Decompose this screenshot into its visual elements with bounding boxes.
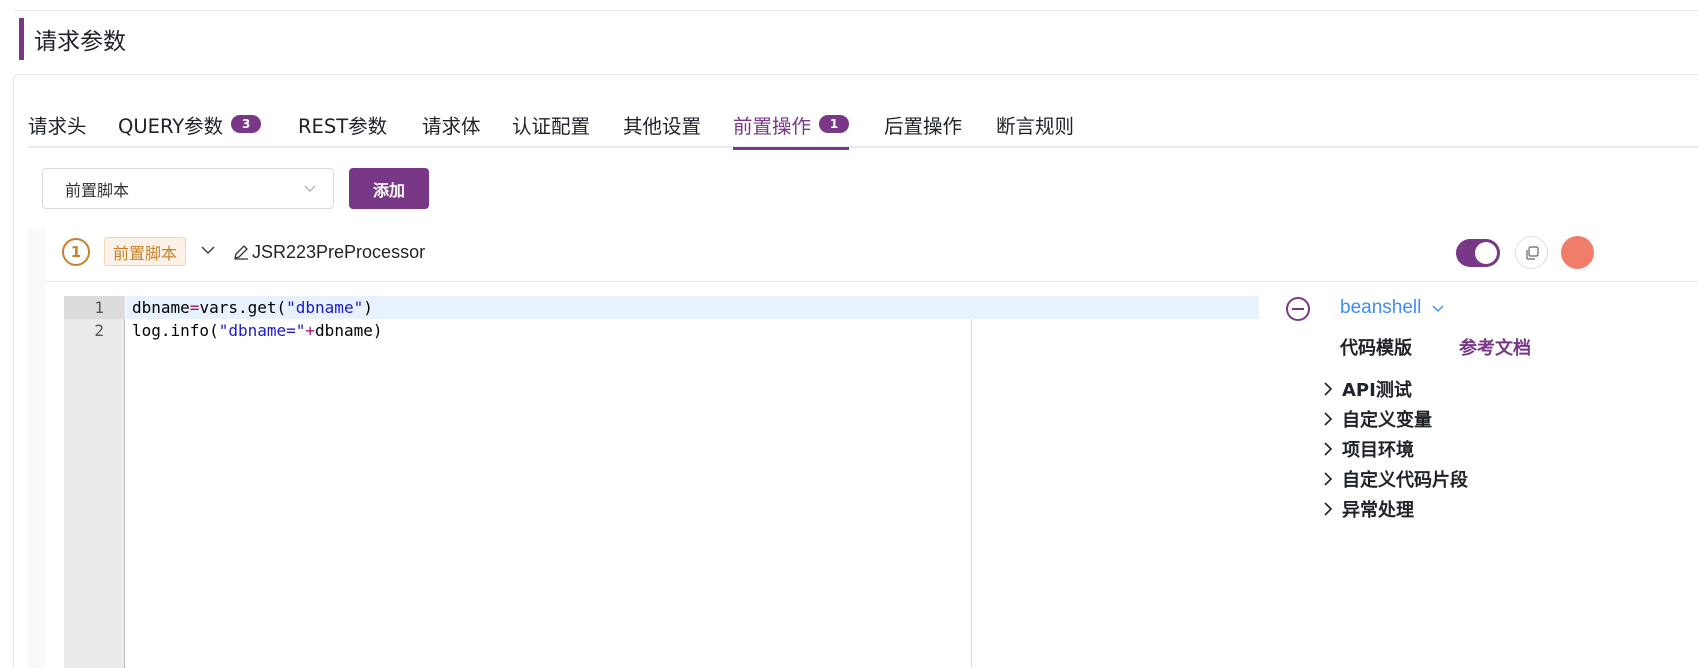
code-token: + <box>305 321 316 340</box>
code-line: log.info("dbname="+dbname) <box>132 319 382 342</box>
tree-node-custom-snippets[interactable]: 自定义代码片段 <box>1322 464 1468 494</box>
language-value: beanshell <box>1340 297 1422 318</box>
chevron-down-icon[interactable] <box>200 242 216 258</box>
tab-label: 请求体 <box>422 114 481 138</box>
chevron-right-icon <box>1324 502 1333 516</box>
chevron-right-icon <box>1324 382 1333 396</box>
copy-button[interactable] <box>1515 236 1548 269</box>
section-accent-bar <box>19 18 24 60</box>
tree-node-api-test[interactable]: API测试 <box>1322 374 1468 404</box>
section-title: 请求参数 <box>34 29 126 55</box>
line-number: 2 <box>94 321 104 340</box>
processor-card-body: 1 前置脚本 JSR223PreProcessor 1 2 dbname=var… <box>46 229 1698 668</box>
processor-type-tag: 前置脚本 <box>104 237 187 266</box>
tab-label: 请求头 <box>28 114 87 138</box>
toggle-knob <box>1475 242 1497 264</box>
processor-card: 1 前置脚本 JSR223PreProcessor 1 2 dbname=var… <box>28 229 1698 668</box>
tree-node-label: 自定义代码片段 <box>1342 470 1468 491</box>
tab-query-params[interactable]: QUERY参数 3 <box>118 100 262 148</box>
code-template-label: 代码模版 <box>1340 338 1412 359</box>
delete-button[interactable] <box>1561 236 1594 269</box>
tab-other-settings[interactable]: 其他设置 <box>623 100 701 148</box>
tree-node-label: API测试 <box>1342 380 1412 401</box>
select-value: 前置脚本 <box>65 180 130 200</box>
tab-label: 前置操作 <box>733 114 812 138</box>
tab-label: 后置操作 <box>884 114 963 138</box>
code-token: ) <box>363 298 373 317</box>
line-number: 1 <box>94 298 104 317</box>
chevron-right-icon <box>1324 472 1333 486</box>
tree-node-exception-handling[interactable]: 异常处理 <box>1322 494 1468 524</box>
collapse-icon[interactable] <box>1286 297 1310 321</box>
tab-label: QUERY参数 <box>118 114 224 138</box>
operation-type-select[interactable]: 前置脚本 <box>42 168 334 209</box>
tab-label: 断言规则 <box>996 114 1075 138</box>
print-margin <box>971 319 972 668</box>
count-badge: 1 <box>819 115 850 133</box>
template-tree: API测试 自定义变量 项目环境 自定义代码片段 异常处理 <box>1322 374 1468 524</box>
code-token: dbname <box>132 298 190 317</box>
tab-label: 认证配置 <box>512 114 591 138</box>
code-editor[interactable]: 1 2 dbname=vars.get("dbname") log.info("… <box>64 296 1259 668</box>
tree-node-label: 异常处理 <box>1342 500 1414 521</box>
chevron-down-icon <box>304 185 316 192</box>
edit-icon[interactable] <box>232 243 250 261</box>
processor-header: 1 前置脚本 JSR223PreProcessor <box>46 229 1698 282</box>
code-token: dbname) <box>315 321 383 340</box>
tree-node-label: 项目环境 <box>1342 440 1414 461</box>
tab-post-operations[interactable]: 后置操作 <box>884 100 962 148</box>
tab-auth-config[interactable]: 认证配置 <box>512 100 590 148</box>
tab-request-headers[interactable]: 请求头 <box>28 100 87 148</box>
copy-icon <box>1525 245 1539 260</box>
language-select[interactable]: beanshell <box>1340 297 1445 319</box>
chevron-down-icon <box>1432 305 1444 312</box>
count-badge: 3 <box>231 115 262 133</box>
chevron-right-icon <box>1324 412 1333 426</box>
top-divider <box>14 10 1698 11</box>
code-token: "dbname=" <box>218 321 306 340</box>
section-header: 请求参数 <box>19 18 126 60</box>
tree-node-label: 自定义变量 <box>1342 410 1432 431</box>
processor-name[interactable]: JSR223PreProcessor <box>252 239 425 265</box>
tree-node-custom-vars[interactable]: 自定义变量 <box>1322 404 1468 434</box>
tab-rest-params[interactable]: REST参数 <box>298 100 387 148</box>
code-token: "dbname" <box>286 298 364 317</box>
processor-index: 1 <box>62 238 90 266</box>
minus-glyph <box>1292 308 1304 310</box>
tab-label: 其他设置 <box>623 114 702 138</box>
tab-request-body[interactable]: 请求体 <box>422 100 481 148</box>
code-token: vars.get( <box>199 298 287 317</box>
reference-doc-link[interactable]: 参考文档 <box>1459 334 1531 360</box>
code-line: dbname=vars.get("dbname") <box>132 296 373 319</box>
add-button[interactable]: 添加 <box>349 168 429 209</box>
tab-assertion-rules[interactable]: 断言规则 <box>996 100 1074 148</box>
tab-label: REST参数 <box>298 114 388 138</box>
chevron-right-icon <box>1324 442 1333 456</box>
enable-toggle[interactable] <box>1456 239 1500 267</box>
tab-bar: 请求头 QUERY参数 3 REST参数 请求体 认证配置 其他设置 前置操作 1 … <box>28 100 1698 150</box>
code-token: log.info( <box>132 321 219 340</box>
code-token: = <box>189 298 200 317</box>
line-number-gutter: 1 2 <box>64 296 125 668</box>
tab-pre-operations[interactable]: 前置操作 1 <box>733 100 850 150</box>
tree-node-project-env[interactable]: 项目环境 <box>1322 434 1468 464</box>
